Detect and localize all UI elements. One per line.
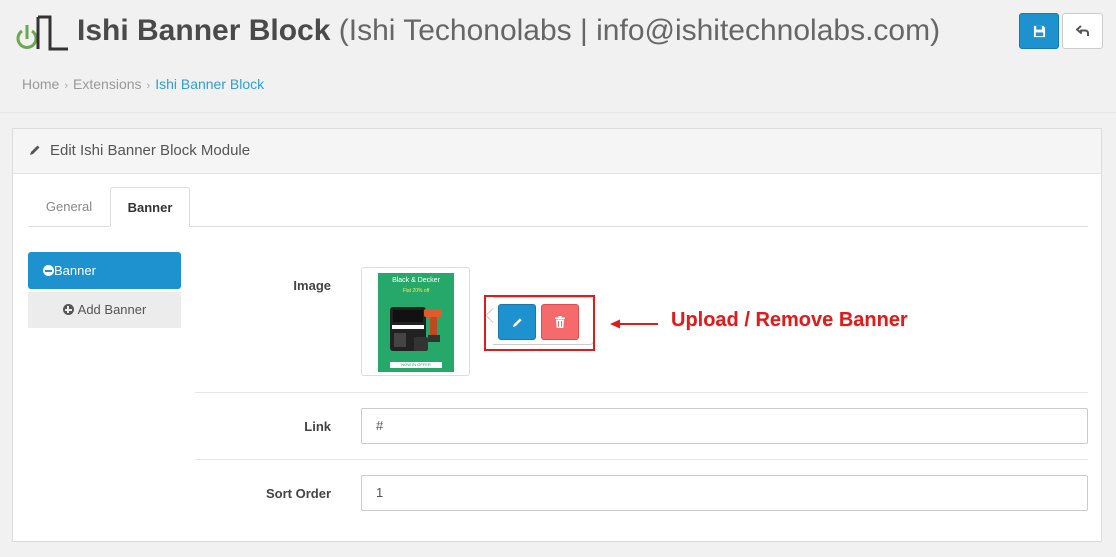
pencil-icon (30, 145, 40, 155)
sidebar-item-label: Banner (54, 263, 96, 278)
add-banner-label: Add Banner (77, 302, 147, 317)
sidebar-item-banner[interactable]: Banner (28, 252, 181, 289)
breadcrumb-current[interactable]: Ishi Banner Block (155, 76, 264, 92)
save-icon (1033, 25, 1045, 37)
save-button[interactable] (1019, 13, 1059, 49)
breadcrumb: Home › Extensions › Ishi Banner Block (22, 75, 264, 95)
sort-order-label: Sort Order (265, 486, 331, 501)
link-label: Link (304, 419, 331, 434)
banner-image-thumbnail[interactable]: Black & Decker Flat 20% off NOW IN OFFER (361, 267, 470, 376)
reply-icon (1075, 25, 1089, 36)
sort-order-input[interactable]: 1 (361, 475, 1088, 511)
back-button[interactable] (1062, 13, 1103, 49)
drill-kit-illustration (390, 307, 442, 351)
panel-heading: Edit Ishi Banner Block Module (13, 129, 1101, 174)
image-label: Image (293, 278, 331, 293)
banner-image-subtitle: Flat 20% off (402, 288, 430, 294)
logo-icon (16, 15, 68, 51)
annotation-arrow-icon (610, 319, 658, 329)
row-divider (195, 459, 1088, 460)
add-banner-button[interactable]: Add Banner (28, 292, 181, 328)
row-divider (195, 392, 1088, 393)
banner-image: Black & Decker Flat 20% off NOW IN OFFER (378, 273, 454, 372)
breadcrumb-separator: › (146, 80, 151, 92)
panel-title: Edit Ishi Banner Block Module (50, 142, 251, 159)
page-header: Ishi Banner Block (Ishi Techonolabs | in… (0, 0, 1116, 113)
banner-image-title: Black & Decker (392, 277, 440, 284)
minus-circle-icon (43, 265, 54, 276)
plus-circle-icon (62, 304, 74, 315)
app-name: Ishi Banner Block (77, 14, 331, 47)
link-input[interactable]: # (361, 408, 1088, 444)
banner-image-footer: NOW IN OFFER (390, 362, 442, 368)
app-subtitle: (Ishi Techonolabs | info@ishitechnolabs.… (338, 14, 941, 47)
tab-general[interactable]: General (29, 187, 109, 227)
annotation-text: Upload / Remove Banner (671, 309, 908, 331)
breadcrumb-separator: › (64, 80, 69, 92)
edit-module-panel: Edit Ishi Banner Block Module General Ba… (12, 128, 1102, 542)
breadcrumb-extensions[interactable]: Extensions (73, 76, 141, 92)
breadcrumb-home[interactable]: Home (22, 76, 59, 92)
page-title: Ishi Banner Block (Ishi Techonolabs | in… (77, 12, 940, 50)
annotation-highlight-box (484, 295, 595, 351)
tab-banner[interactable]: Banner (110, 187, 190, 227)
